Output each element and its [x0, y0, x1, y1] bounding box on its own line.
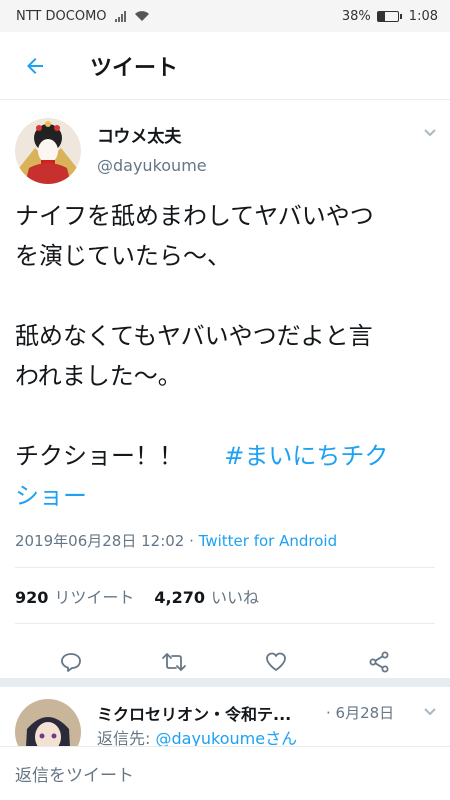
avatar-image [15, 118, 81, 184]
retweet-count: 920 [15, 588, 49, 607]
retweet-stat[interactable]: 920 リツイート [15, 584, 134, 608]
arrow-left-icon [27, 57, 43, 74]
tweet-timestamp[interactable]: 2019年06月28日 12:02 · [15, 532, 199, 550]
tweet-text-line: ナイフを舐めまわしてヤバいやつ [15, 202, 374, 230]
like-count: 4,270 [154, 588, 206, 607]
tweet-meta: 2019年06月28日 12:02 · Twitter for Android [15, 530, 337, 551]
share-icon [369, 651, 389, 673]
retweet-label: リツイート [54, 588, 135, 607]
reply-icon [61, 653, 82, 672]
reply-date: · 6月28日 [326, 704, 395, 722]
like-stat[interactable]: 4,270 いいね [154, 584, 259, 608]
retweet-button[interactable] [156, 644, 192, 680]
clock: 1:08 [408, 8, 438, 24]
tweet-text-line: われました〜。 [15, 362, 182, 390]
tweet-header: コウメ太夫 @dayukoume [0, 100, 450, 194]
tweet-text-line: を演じていたら〜、 [15, 242, 231, 270]
retweet-icon [161, 653, 186, 671]
like-button[interactable] [258, 644, 294, 680]
reply-tweet[interactable]: ミクロセリオン・令和テ... · 6月28日 返信先: @dayukoumeさん [0, 686, 450, 765]
hashtag-link[interactable]: #まいにちチク [224, 442, 388, 470]
tweet-stats: 920 リツイート 4,270 いいね [15, 584, 259, 608]
share-button[interactable] [361, 644, 397, 680]
wifi-icon [134, 11, 149, 21]
tweet-text: ナイフを舐めまわしてヤバいやつ を演じていたら〜、 舐めなくてもヤバいやつだよと… [15, 196, 435, 516]
divider [15, 567, 435, 568]
battery-percent: 38% [341, 8, 371, 24]
user-handle[interactable]: @dayukoume [97, 156, 207, 175]
tweet-source[interactable]: Twitter for Android [199, 532, 337, 550]
battery-icon [376, 10, 402, 22]
status-bar: NTT DOCOMO 38% 1:08 [0, 0, 450, 32]
chevron-down-icon[interactable] [422, 124, 438, 144]
signal-icon [114, 10, 126, 22]
carrier-label: NTT DOCOMO [16, 8, 107, 24]
reply-button[interactable] [53, 644, 89, 680]
back-button[interactable] [0, 32, 70, 100]
compose-placeholder: 返信をツイート [15, 766, 134, 786]
avatar[interactable] [15, 118, 81, 184]
hashtag-link-continued[interactable]: ショー [15, 476, 435, 516]
divider [15, 623, 435, 624]
tweet-text-line: 舐めなくてもヤバいやつだよと言 [15, 322, 373, 350]
like-label: いいね [211, 588, 260, 607]
display-name[interactable]: コウメ太夫 [97, 122, 181, 147]
tweet-detail: コウメ太夫 @dayukoume ナイフを舐めまわしてヤバいやつ を演じていたら… [0, 100, 450, 673]
reply-display-name[interactable]: ミクロセリオン・令和テ... [97, 701, 322, 725]
app-bar: ツイート [0, 32, 450, 100]
tweet-text-line: チクショー！！ [15, 442, 183, 470]
reply-compose-input[interactable]: 返信をツイート [0, 746, 450, 800]
heart-icon [266, 652, 287, 671]
section-separator [0, 678, 450, 686]
chevron-down-icon[interactable] [422, 703, 438, 723]
page-title: ツイート [90, 55, 179, 81]
